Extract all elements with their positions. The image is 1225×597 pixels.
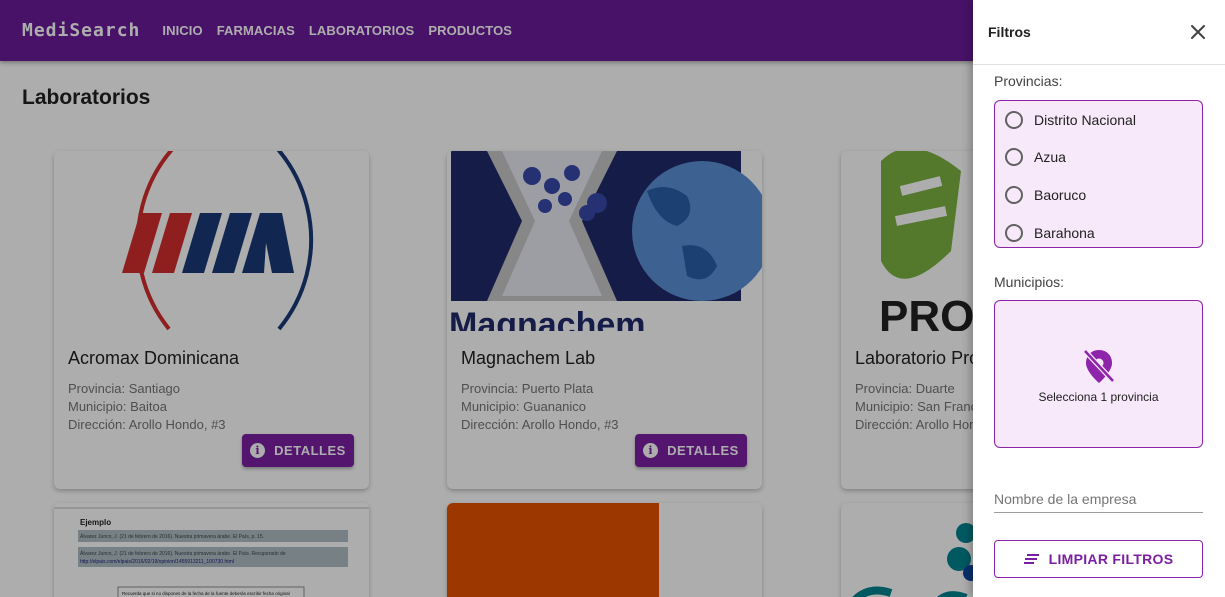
municipios-empty-state: Selecciona 1 provincia	[994, 300, 1203, 448]
radio-label: Baoruco	[1034, 187, 1087, 203]
radio-baoruco[interactable]: Baoruco	[1005, 184, 1086, 206]
radio-button[interactable]	[1005, 111, 1023, 129]
clear-filters-label: LIMPIAR FILTROS	[1048, 551, 1174, 567]
provincias-label: Provincias:	[994, 73, 1063, 89]
radio-button[interactable]	[1005, 148, 1023, 166]
radio-distrito-nacional[interactable]: Distrito Nacional	[1005, 109, 1136, 131]
clear-filters-button[interactable]: LIMPIAR FILTROS	[994, 540, 1203, 578]
drawer-title: Filtros	[988, 24, 1031, 40]
radio-label: Barahona	[1034, 225, 1095, 241]
filter-list-icon	[1023, 554, 1039, 564]
municipios-empty-text: Selecciona 1 provincia	[1038, 390, 1159, 404]
company-name-placeholder: Nombre de la empresa	[994, 491, 1137, 507]
radio-azua[interactable]: Azua	[1005, 146, 1066, 168]
company-name-input[interactable]: Nombre de la empresa	[994, 488, 1203, 513]
municipios-label: Municipios:	[994, 274, 1065, 290]
radio-button[interactable]	[1005, 224, 1023, 242]
radio-label: Azua	[1034, 149, 1066, 165]
location-off-icon	[1083, 349, 1115, 383]
provincias-radio-group: Distrito Nacional Azua Baoruco Barahona	[994, 100, 1203, 248]
close-icon[interactable]	[1188, 22, 1208, 42]
radio-button[interactable]	[1005, 186, 1023, 204]
filter-drawer: Filtros Provincias: Distrito Nacional Az…	[973, 0, 1225, 597]
radio-label: Distrito Nacional	[1034, 112, 1136, 128]
drawer-header: Filtros	[973, 0, 1225, 65]
radio-barahona[interactable]: Barahona	[1005, 222, 1095, 244]
